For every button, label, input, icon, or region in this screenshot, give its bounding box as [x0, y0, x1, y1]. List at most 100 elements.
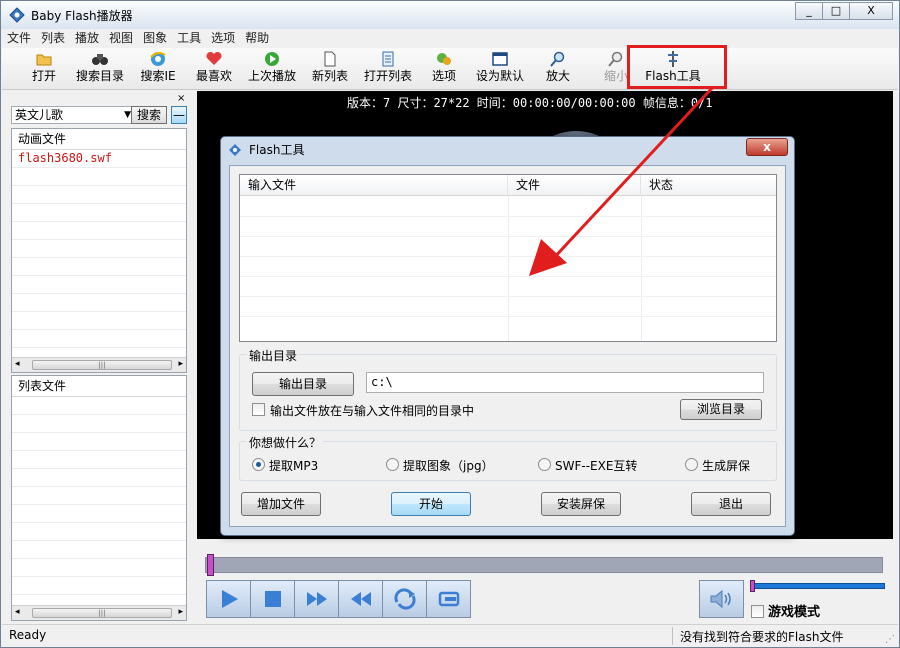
list-item-empty [12, 487, 186, 505]
game-mode-option[interactable]: 游戏模式 [751, 601, 820, 620]
search-dir-button[interactable]: 搜索目录 [72, 50, 128, 88]
output-group-title: 输出目录 [247, 347, 300, 364]
open-list-button[interactable]: 打开列表 [360, 50, 416, 88]
list-item-empty [12, 276, 186, 294]
list-item-empty [12, 330, 186, 348]
grid-line [240, 316, 776, 317]
menu-view[interactable]: 视图 [104, 29, 138, 48]
ie-icon [150, 51, 166, 66]
menu-play[interactable]: 播放 [70, 29, 104, 48]
stop-button[interactable] [250, 580, 295, 618]
install-screensaver-button[interactable]: 安装屏保 [541, 492, 621, 516]
list-item-empty [12, 397, 186, 415]
add-file-button[interactable]: 增加文件 [241, 492, 321, 516]
radio-extract-mp3[interactable] [252, 458, 265, 471]
list-file-scrollbar[interactable]: ◂ ||| ▸ [12, 605, 186, 620]
category-value: 英文儿歌 [15, 108, 64, 122]
exit-button[interactable]: 退出 [691, 492, 771, 516]
dialog-title: Flash工具 [249, 143, 305, 157]
status-message: 没有找到符合要求的Flash文件 [680, 630, 844, 644]
window-title: Baby Flash播放器 [31, 9, 133, 23]
menu-image[interactable]: 图象 [138, 29, 172, 48]
list-item[interactable]: flash3680.swf [12, 150, 186, 168]
scroll-thumb[interactable]: ||| [32, 360, 172, 370]
left-panel: × 英文儿歌 ▼ 搜索 — 动画文件 flash3680.swf ◂ ||| ▸ [9, 91, 189, 621]
menu-options[interactable]: 选项 [206, 29, 240, 48]
radio-swf-exe[interactable] [538, 458, 551, 471]
set-default-button[interactable]: 设为默认 [472, 50, 528, 88]
set-default-label: 设为默认 [475, 69, 524, 83]
grid-line [240, 296, 776, 297]
menu-file[interactable]: 文件 [2, 29, 36, 48]
radio-screensaver[interactable] [685, 458, 698, 471]
volume-slider[interactable] [751, 583, 885, 589]
swf-exe-label: SWF--EXE互转 [555, 459, 638, 473]
playback-controls [206, 580, 471, 618]
extract-image-label: 提取图象（jpg） [403, 459, 494, 473]
open-label: 打开 [31, 69, 56, 83]
output-dir-button[interactable]: 输出目录 [252, 372, 354, 396]
search-dir-label: 搜索目录 [75, 69, 124, 83]
progress-bar[interactable] [205, 557, 883, 573]
output-path-field[interactable]: c:\ [366, 372, 764, 393]
volume-button[interactable] [699, 580, 744, 618]
toolbar: 打开 搜索目录 搜索IE 最喜欢 上次播放 新列表 打开列表 选项 设为默认 放… [2, 48, 898, 90]
output-dir-group: 输出目录 输出目录 c:\ 输出文件放在与输入文件相同的目录中 浏览目录 [239, 347, 777, 431]
search-ie-button[interactable]: 搜索IE [136, 50, 180, 88]
list-item-empty [12, 204, 186, 222]
play-circle-icon [265, 52, 279, 66]
col-input-file[interactable]: 输入文件 [240, 175, 508, 196]
search-button[interactable]: 搜索 [131, 106, 167, 124]
loop-button[interactable] [382, 580, 427, 618]
anim-list-header: 动画文件 [12, 129, 186, 150]
volume-thumb[interactable] [750, 580, 755, 592]
open-list-label: 打开列表 [363, 69, 412, 83]
list-item-empty [12, 433, 186, 451]
list-item-empty [12, 312, 186, 330]
menu-list[interactable]: 列表 [36, 29, 70, 48]
radio-extract-image[interactable] [386, 458, 399, 471]
scroll-thumb[interactable]: ||| [32, 608, 172, 618]
rewind-icon [350, 592, 371, 606]
panel-close-icon[interactable]: × [177, 93, 185, 104]
scroll-right-icon[interactable]: ▸ [178, 607, 183, 617]
start-button[interactable]: 开始 [391, 492, 471, 516]
app-logo-icon [9, 7, 25, 23]
status-divider [672, 627, 673, 645]
favorite-button[interactable]: 最喜欢 [192, 50, 236, 88]
animation-file-list: 动画文件 flash3680.swf ◂ ||| ▸ [11, 128, 187, 373]
scroll-left-icon[interactable]: ◂ [15, 607, 20, 617]
zoom-in-icon [550, 51, 565, 67]
same-dir-checkbox[interactable] [252, 403, 265, 416]
progress-thumb[interactable] [207, 554, 214, 576]
play-button[interactable] [206, 580, 251, 618]
new-list-label: 新列表 [311, 69, 348, 83]
window-icon [492, 52, 508, 66]
resize-grip-icon[interactable]: ⋰ [885, 634, 895, 645]
game-mode-checkbox[interactable] [751, 605, 764, 618]
dialog-close-button[interactable]: x [746, 138, 788, 156]
menu-tools[interactable]: 工具 [172, 29, 206, 48]
options-button[interactable]: 选项 [424, 50, 464, 88]
maximize-button[interactable]: □ [822, 2, 850, 20]
list-item-empty [12, 168, 186, 186]
anim-list-scrollbar[interactable]: ◂ ||| ▸ [12, 357, 186, 372]
last-played-label: 上次播放 [247, 69, 296, 83]
open-button[interactable]: 打开 [24, 50, 64, 88]
recycle-icon [393, 588, 416, 610]
browse-dir-button[interactable]: 浏览目录 [680, 399, 762, 420]
rewind-button[interactable] [338, 580, 383, 618]
fullscreen-button[interactable] [426, 580, 471, 618]
fast-forward-button[interactable] [294, 580, 339, 618]
menu-help[interactable]: 帮助 [240, 29, 274, 48]
minimize-button[interactable]: _ [795, 2, 823, 20]
last-played-button[interactable]: 上次播放 [244, 50, 300, 88]
list-item-empty [12, 505, 186, 523]
close-button[interactable]: X [849, 2, 893, 20]
collapse-button[interactable]: — [171, 106, 187, 124]
list-item-empty [12, 258, 186, 276]
scroll-left-icon[interactable]: ◂ [15, 359, 20, 369]
scroll-right-icon[interactable]: ▸ [178, 359, 183, 369]
category-select[interactable]: 英文儿歌 ▼ [11, 106, 135, 124]
new-list-button[interactable]: 新列表 [306, 50, 354, 88]
